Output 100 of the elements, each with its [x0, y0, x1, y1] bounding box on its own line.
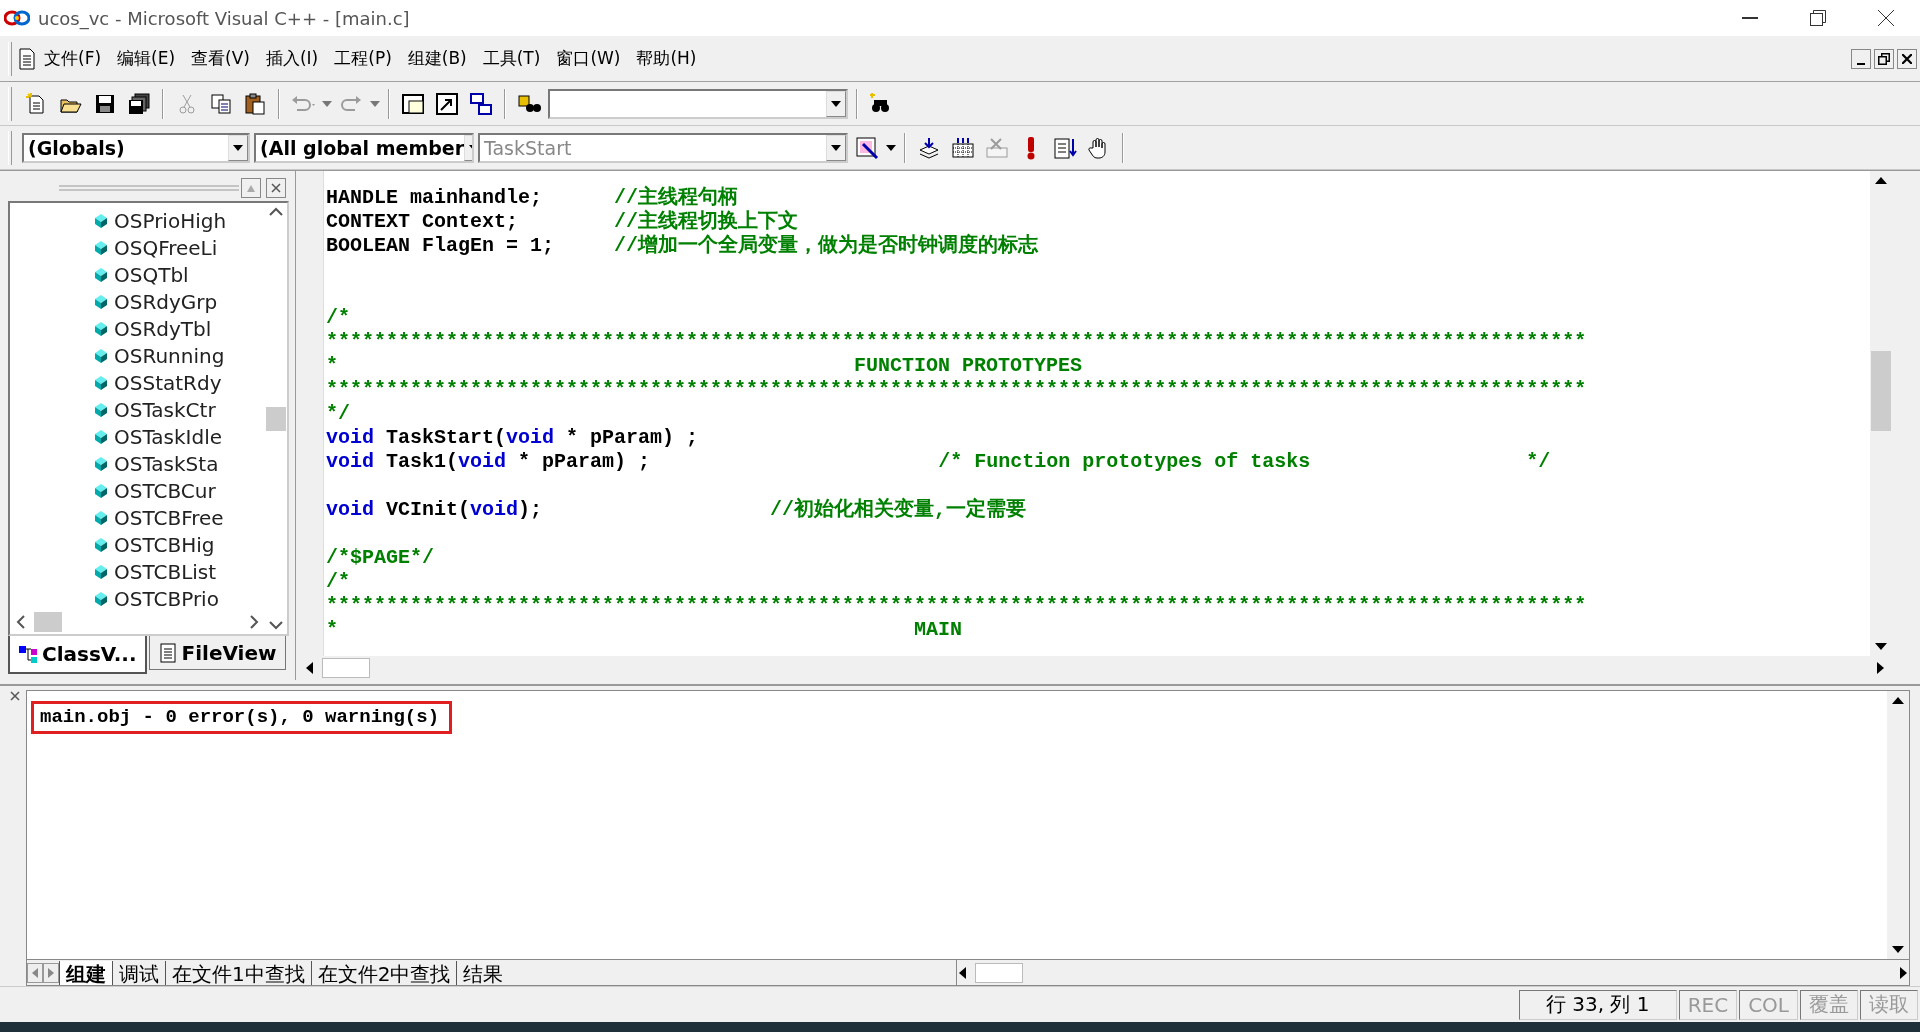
- tree-item[interactable]: OSTCBList: [114, 559, 217, 584]
- tree-item[interactable]: OSQTbl: [114, 262, 189, 287]
- code-line: *********************************************************************************************************: [326, 594, 1588, 618]
- scrollbar-thumb[interactable]: [1871, 351, 1891, 431]
- close-button[interactable]: [1897, 48, 1917, 69]
- paste-icon: [243, 91, 267, 116]
- code-line: CONTEXT Context; //主线程切换上下文: [326, 210, 800, 233]
- output-tab[interactable]: 在文件2中查找: [310, 960, 457, 985]
- menu-item[interactable]: 帮助(H): [628, 43, 705, 74]
- scrollbar-thumb[interactable]: [34, 612, 62, 632]
- menu-item[interactable]: 组建(B): [399, 43, 475, 74]
- tree-item[interactable]: OSTCBCur: [114, 478, 216, 503]
- menu-item[interactable]: 工程(P): [326, 43, 400, 74]
- build-icon: [951, 135, 975, 160]
- scroll-up-icon: [1891, 695, 1905, 705]
- scrollbar-thumb[interactable]: [975, 962, 1023, 983]
- cube-icon: [94, 401, 108, 418]
- code-line: *********************************************************************************************************: [326, 330, 1588, 354]
- tree-item[interactable]: OSTCBPrio: [114, 586, 219, 611]
- minimize-button[interactable]: [1851, 48, 1871, 69]
- tree-item[interactable]: OSTCBFree: [114, 505, 224, 530]
- windows-icon: [469, 91, 493, 116]
- output-tab[interactable]: 组建: [59, 960, 112, 985]
- code-line: * FUNCTION PROTOTYPES: [326, 354, 1084, 378]
- minimize-icon: [1742, 17, 1758, 19]
- scroll-up-icon: [269, 207, 283, 217]
- panel-icon: [401, 91, 425, 116]
- output-window-icon: [435, 91, 459, 116]
- close-icon: [1902, 53, 1912, 64]
- copy-icon: [209, 91, 233, 116]
- grip-lines-icon: [59, 184, 239, 192]
- code-line: BOOLEAN FlagEn = 1; //增加一个全局变量，做为是否时钟调度的标志: [326, 234, 1040, 258]
- cube-icon: [94, 536, 108, 553]
- stop-icon: [985, 135, 1009, 160]
- cube-icon: [94, 482, 108, 499]
- cube-icon: [94, 590, 108, 607]
- code-line: void TaskStart(void * pParam) ;: [326, 426, 700, 450]
- tree-item[interactable]: OSPrioHigh: [114, 208, 227, 233]
- output-tab[interactable]: 调试: [112, 960, 165, 985]
- output-tab[interactable]: 结果: [456, 960, 510, 985]
- tree-item[interactable]: OSQFreeLi: [114, 235, 218, 260]
- cube-icon: [94, 374, 108, 391]
- panel-tab[interactable]: ClassV...: [8, 636, 147, 674]
- scroll-right-icon: [1899, 965, 1909, 980]
- code-line: HANDLE mainhandle; //主线程句柄: [326, 186, 740, 209]
- scrollbar-thumb[interactable]: [322, 658, 370, 678]
- cube-icon: [94, 347, 108, 364]
- stack-download-icon: [917, 135, 941, 160]
- menu-item[interactable]: 查看(V): [183, 43, 258, 74]
- caret-icon: [831, 100, 841, 107]
- code-line: *********************************************************************************************************: [326, 378, 1588, 402]
- close-icon: [1878, 10, 1894, 26]
- cube-icon: [94, 563, 108, 580]
- status-indicator: 读取: [1860, 989, 1918, 1020]
- tree-item[interactable]: OSRunning: [114, 343, 225, 368]
- tree-item[interactable]: OSTaskSta: [114, 451, 219, 476]
- caret-icon: [831, 144, 841, 151]
- tree-item[interactable]: OSRdyTbl: [114, 316, 212, 341]
- menu-item[interactable]: 工具(T): [474, 43, 549, 74]
- minimize-icon: [1857, 62, 1865, 65]
- cube-icon: [94, 212, 108, 229]
- dock-button[interactable]: [241, 178, 261, 198]
- tree-item[interactable]: OSTCBHig: [114, 532, 215, 557]
- code-line: /*$PAGE*/: [326, 546, 436, 570]
- triangle-right-icon: [47, 967, 55, 978]
- tree-item[interactable]: OSStatRdy: [114, 370, 222, 395]
- menu-item[interactable]: 编辑(E): [109, 43, 184, 74]
- save-all-icon: [127, 91, 151, 116]
- class-combo[interactable]: (Globals): [22, 132, 250, 163]
- tree-item[interactable]: OSTaskCtr: [114, 397, 216, 422]
- code-line: /*: [326, 570, 351, 594]
- restore-button[interactable]: [1874, 48, 1894, 69]
- build-message: main.obj - 0 error(s), 0 warning(s): [40, 706, 440, 728]
- filter-combo[interactable]: (All global member: [254, 132, 474, 163]
- code-line: */: [326, 402, 351, 426]
- window-title: ucos_vc - Microsoft Visual C++ - [main.c]: [38, 7, 411, 29]
- restore-icon: [1878, 52, 1890, 65]
- menu-item[interactable]: 插入(I): [257, 43, 327, 74]
- scroll-down-icon: [1891, 945, 1905, 955]
- scroll-down-icon: [269, 620, 283, 630]
- app-logo-icon: [4, 9, 30, 27]
- cube-icon: [94, 509, 108, 526]
- tree-item[interactable]: OSTaskIdle: [114, 424, 223, 449]
- tab-scroll-right-button[interactable]: [43, 962, 59, 983]
- scroll-right-icon: [249, 615, 259, 629]
- close-button[interactable]: [266, 178, 286, 198]
- status-indicator: 覆盖: [1800, 989, 1858, 1020]
- output-tab[interactable]: 在文件1中查找: [165, 960, 311, 985]
- status-indicator: COL: [1739, 989, 1798, 1020]
- tab-scroll-left-button[interactable]: [27, 962, 43, 983]
- menu-item[interactable]: 窗口(W): [548, 43, 629, 74]
- scroll-left-icon: [16, 615, 26, 629]
- scrollbar-thumb[interactable]: [266, 406, 286, 431]
- scroll-left-icon: [957, 965, 967, 980]
- find-combo[interactable]: [548, 88, 848, 119]
- wand-icon: [855, 135, 879, 160]
- scroll-right-icon: [1876, 661, 1886, 675]
- panel-tab[interactable]: FileView: [148, 636, 286, 670]
- menu-item[interactable]: 文件(F): [36, 43, 110, 74]
- tree-item[interactable]: OSRdyGrp: [114, 289, 218, 314]
